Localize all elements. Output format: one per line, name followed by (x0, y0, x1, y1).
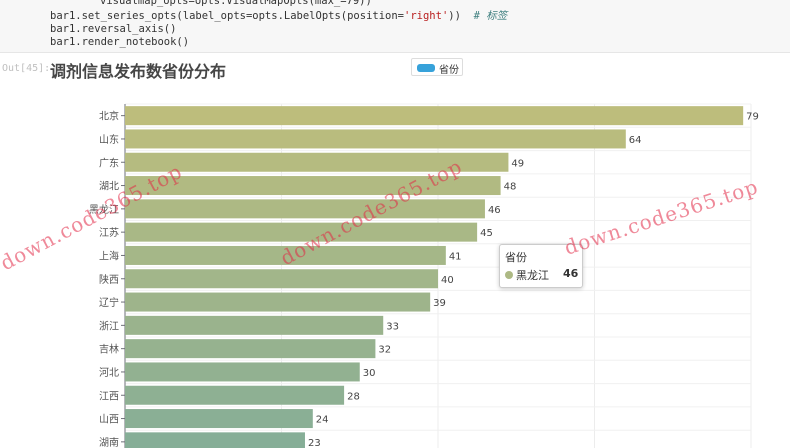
data-label: 48 (504, 182, 517, 193)
y-tick-label: 江苏 (99, 226, 119, 239)
y-tick-label: 陕西 (99, 273, 119, 286)
bar[interactable] (125, 339, 376, 359)
y-tick-label: 江西 (99, 390, 119, 402)
data-label: 41 (449, 251, 462, 262)
bar[interactable] (125, 106, 744, 126)
data-label: 23 (308, 438, 321, 448)
legend-label: 省份 (439, 65, 459, 76)
chart-title: 调剂信息发布数省份分布 (50, 62, 227, 81)
legend-swatch (417, 64, 435, 72)
tooltip-name: 黑龙江 (516, 269, 549, 282)
y-tick-label: 辽宁 (99, 296, 119, 309)
tooltip-marker (505, 271, 513, 279)
data-label: 49 (511, 158, 524, 169)
y-tick-label: 广东 (99, 156, 119, 169)
y-tick-label: 北京 (99, 110, 119, 123)
bar[interactable] (125, 315, 384, 335)
tooltip-title: 省份 (505, 251, 527, 264)
data-label: 79 (746, 112, 759, 123)
data-label: 64 (629, 135, 642, 146)
data-label: 32 (378, 345, 391, 356)
data-label: 39 (433, 298, 446, 309)
data-label: 24 (316, 415, 329, 426)
y-tick-label: 山西 (99, 414, 119, 426)
bar[interactable] (125, 432, 305, 448)
legend[interactable]: 省份 (411, 58, 463, 76)
data-label: 30 (363, 368, 376, 379)
tooltip-value: 46 (563, 267, 579, 280)
data-label: 46 (488, 205, 501, 216)
bar[interactable] (125, 129, 626, 149)
y-tick-label: 湖南 (99, 436, 119, 448)
y-tick-label: 浙江 (99, 320, 119, 332)
bar[interactable] (125, 385, 345, 405)
y-tick-label: 河北 (99, 367, 119, 379)
data-label: 28 (347, 391, 360, 402)
bar[interactable] (125, 409, 313, 429)
bar[interactable] (125, 362, 360, 382)
bar[interactable] (125, 292, 431, 312)
data-label: 40 (441, 275, 454, 286)
y-tick-label: 上海 (99, 249, 119, 262)
bar[interactable] (125, 199, 485, 219)
data-label: 45 (480, 228, 493, 239)
y-tick-label: 吉林 (99, 343, 119, 356)
y-tick-label: 山东 (99, 133, 119, 146)
bar[interactable] (125, 269, 438, 289)
data-label: 33 (386, 321, 399, 332)
